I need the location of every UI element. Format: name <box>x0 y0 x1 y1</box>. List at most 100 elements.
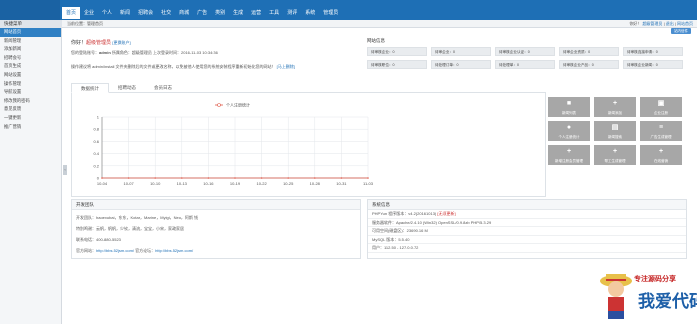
x-tick-label: 10-25 <box>283 181 294 186</box>
quick-action-label: 新闻列表 <box>562 111 576 115</box>
login-info: 您的登陆账号：admin 所属角色：超级管理员 上次登录时间：2016-11-0… <box>71 50 218 55</box>
quick-action-icon: ▤ <box>611 124 619 131</box>
quick-action-label: 帮工生成管理 <box>604 159 626 163</box>
logout-link[interactable]: 退出 <box>666 21 674 26</box>
account-name: admin <box>99 50 111 55</box>
sidebar-item[interactable]: 首页生成 <box>0 62 61 71</box>
sidebar-item[interactable]: 新闻管理 <box>0 37 61 46</box>
sidebar-collapse-icon[interactable]: ‹ <box>63 165 67 175</box>
quick-action-button[interactable]: ● 个人注册统计 <box>548 121 590 141</box>
data-point <box>287 177 289 179</box>
stat-item[interactable]: 待审核企业认证：0 <box>495 47 555 56</box>
nav-item[interactable]: 类别 <box>211 7 229 19</box>
quick-actions: ■ 新闻列表 + 新闻添加 ▣ 企业注册 ● 个人注册统计 ▤ 新闻搜索 ≡ 广告生成管理 + 新增注册会… <box>548 97 688 165</box>
chart-panel: 0 0.2 0.4 0.6 0.8 1 10-04 10-07 10-10 10-13 10-16 1… <box>71 93 546 197</box>
watermark-name: 我爱代码 <box>638 292 697 312</box>
quick-action-icon: ● <box>566 124 572 131</box>
watermark-slogan: 专注源码分享 <box>634 276 676 283</box>
y-tick-label: 1 <box>97 115 100 120</box>
quick-action-icon: + <box>658 148 664 155</box>
x-tick-label: 10-19 <box>230 181 241 186</box>
sidebar-item[interactable]: 修改我的密码 <box>0 97 61 106</box>
user-greeting: 你好！ <box>629 21 642 26</box>
sidebar-item[interactable]: 推广营销 <box>0 123 61 132</box>
sidebar-item[interactable]: 网站首页 <box>0 28 61 37</box>
quick-action-button[interactable]: ▤ 新闻搜索 <box>594 121 636 141</box>
official-forum-link[interactable]: http://bbs.52jsm.com/ <box>155 248 193 253</box>
y-tick-label: 0.6 <box>93 139 99 144</box>
sidebar-item[interactable]: 意见反馈 <box>0 105 61 114</box>
nav-item[interactable]: 管理员 <box>319 7 342 19</box>
mail-button[interactable]: 站内信件 <box>671 28 691 34</box>
tab[interactable]: 数据统计 <box>71 83 109 93</box>
quick-action-icon: + <box>612 148 618 155</box>
nav-item[interactable]: 首页 <box>62 7 81 19</box>
stat-item[interactable]: 待审核企业：0 <box>367 47 427 56</box>
quick-action-button[interactable]: ≡ 广告生成管理 <box>640 121 682 141</box>
tab[interactable]: 招聘动态 <box>109 83 145 93</box>
server-row: 服务器软件：Apache/2.4.10 (Win32) OpenSSL/0.9.… <box>368 219 686 228</box>
nav-item[interactable]: 社交 <box>157 7 175 19</box>
nav-item[interactable]: 广告 <box>193 7 211 19</box>
breadcrumb: 当前位置：管理首页 <box>67 21 103 26</box>
data-point <box>234 177 236 179</box>
stat-item[interactable]: 待审企业：0 <box>431 47 491 56</box>
user-ip-row: 用户：112.50 - 127.0.0.72 <box>368 244 686 253</box>
welcome-line: 你好！超级管理员 [更换账户] <box>71 39 358 46</box>
sidebar-item[interactable]: 导航设置 <box>0 88 61 97</box>
sidebar-item[interactable]: 网站设置 <box>0 71 61 80</box>
site-home-link[interactable]: 网站首页 <box>677 21 693 26</box>
nav-item[interactable]: 生成 <box>229 7 247 19</box>
quick-action-button[interactable]: + 在线营销 <box>640 145 682 165</box>
sidebar-item[interactable]: 操作管理 <box>0 80 61 89</box>
version-row: PHPYun 程序版本：v4.2(20161013) [无须更新] <box>368 210 686 219</box>
nav-item[interactable]: 个人 <box>98 7 116 19</box>
site-info-title: 网站信息 <box>367 38 385 43</box>
quick-action-button[interactable]: + 帮工生成管理 <box>594 145 636 165</box>
stat-item[interactable]: 待审核企业产品：0 <box>559 60 619 69</box>
quick-action-button[interactable]: ▣ 企业注册 <box>640 97 682 117</box>
x-tick-label: 11-03 <box>363 181 374 186</box>
nav-item[interactable]: 新闻 <box>116 7 134 19</box>
quick-action-button[interactable]: + 新闻添加 <box>594 97 636 117</box>
nav-item[interactable]: 商城 <box>175 7 193 19</box>
sidebar-item[interactable]: 一键更新 <box>0 114 61 123</box>
switch-account-link[interactable]: [更换账户] <box>112 40 130 45</box>
tab[interactable]: 会员日志 <box>145 83 181 93</box>
stat-item[interactable]: 待处理订单：0 <box>431 60 491 69</box>
disk-row: 可用空间(磁盘区)：23690.16 M <box>368 227 686 236</box>
nav-item[interactable]: 测评 <box>283 7 301 19</box>
quick-action-button[interactable]: ■ 新闻列表 <box>548 97 590 117</box>
data-point <box>314 177 316 179</box>
sidebar-item[interactable]: 添加新闻 <box>0 45 61 54</box>
sidebar-item[interactable]: 招聘会号 <box>0 54 61 63</box>
x-tick-label: 10-04 <box>97 181 108 186</box>
x-tick-label: 10-31 <box>336 181 347 186</box>
quick-action-label: 新增注册会员管理 <box>555 159 583 163</box>
quick-action-icon: ▣ <box>657 100 665 107</box>
nav-item[interactable]: 企业 <box>80 7 98 19</box>
nav-item[interactable]: 系统 <box>301 7 319 19</box>
stat-item[interactable]: 待审企业资质：0 <box>559 47 619 56</box>
nav-item[interactable]: 招聘会 <box>134 7 157 19</box>
quick-action-button[interactable]: + 新增注册会员管理 <box>548 145 590 165</box>
site-info-panel: 网站信息 待审核企业：0 待审企业：0 待审核企业认证：0 待审企业资质：0 待审核连接… <box>365 36 686 76</box>
nav-item[interactable]: 工具 <box>265 7 283 19</box>
sidebar: 网站首页 新闻管理 添加新闻 招聘会号 首页生成 网站设置 操作管理 导航设置 修改我的密码 意见… <box>0 28 62 324</box>
user-role-link[interactable]: 超级管理员 <box>642 21 662 26</box>
main-nav: 首页 企业 个人 新闻 招聘会 社交 商城 广告 类别 生成 运营 工具 测评 系统 管理员 <box>62 7 342 19</box>
official-site-link[interactable]: http://bbs.52jsm.com/ <box>96 248 134 253</box>
data-point <box>260 177 263 179</box>
dev-team-panel: 开发团队 开发团队：haoexubai，东东，Kotar，Marine，Myig… <box>71 199 361 259</box>
stat-item[interactable]: 待审核企业新闻：0 <box>623 60 683 69</box>
phone-row: 联系电话：400-880-5523 <box>76 237 121 242</box>
stat-item[interactable]: 待审核职位：0 <box>367 60 427 69</box>
cartoon-mascot-icon <box>600 274 632 319</box>
welcome-panel: 你好！超级管理员 [更换账户] 您的登陆账号：admin 所属角色：超级管理员 … <box>71 36 358 78</box>
delete-now-link[interactable]: [马上删除] <box>277 64 295 69</box>
legend-marker <box>217 103 221 107</box>
nav-item[interactable]: 运营 <box>247 7 265 19</box>
legend-label: 个人注册统计 <box>226 102 250 108</box>
stat-item[interactable]: 待审核连接申请：0 <box>623 47 683 56</box>
stat-item[interactable]: 待处理单：0 <box>495 60 555 69</box>
